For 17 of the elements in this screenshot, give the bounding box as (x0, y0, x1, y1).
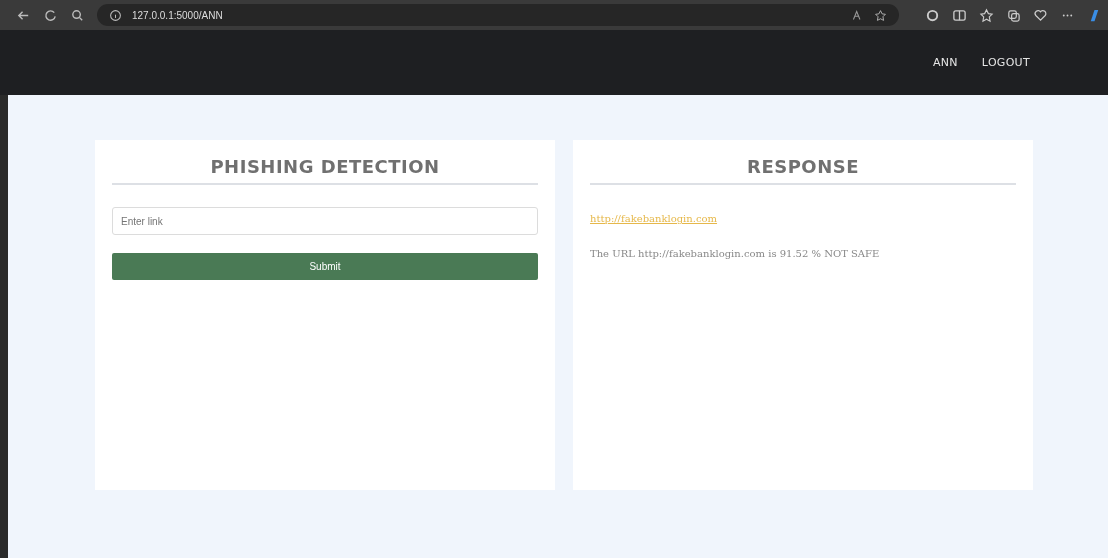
card-title: RESPONSE (590, 156, 1016, 185)
search-icon[interactable] (70, 7, 85, 23)
result-message: The URL http://fakebanklogin.com is 91.52 % NOT SAFE (590, 248, 881, 259)
info-icon (109, 8, 122, 22)
address-text: 127.0.0.1:5000/ANN (132, 9, 223, 21)
reload-icon[interactable] (43, 7, 58, 23)
split-screen-icon[interactable] (952, 7, 967, 23)
heart-icon[interactable] (1033, 7, 1048, 23)
card-title: PHISHING DETECTION (112, 156, 538, 185)
nav-link[interactable]: LOGOUT (981, 56, 1030, 69)
nav-link[interactable]: ANN (932, 56, 958, 69)
address-bar[interactable]: 127.0.0.1:5000/ANN (97, 4, 899, 26)
favorites-icon[interactable] (979, 7, 994, 23)
star-icon[interactable] (874, 8, 887, 22)
link-input[interactable]: Enter link (112, 207, 538, 235)
submit-button[interactable]: Submit (112, 253, 538, 280)
collections-icon[interactable] (1006, 7, 1021, 23)
